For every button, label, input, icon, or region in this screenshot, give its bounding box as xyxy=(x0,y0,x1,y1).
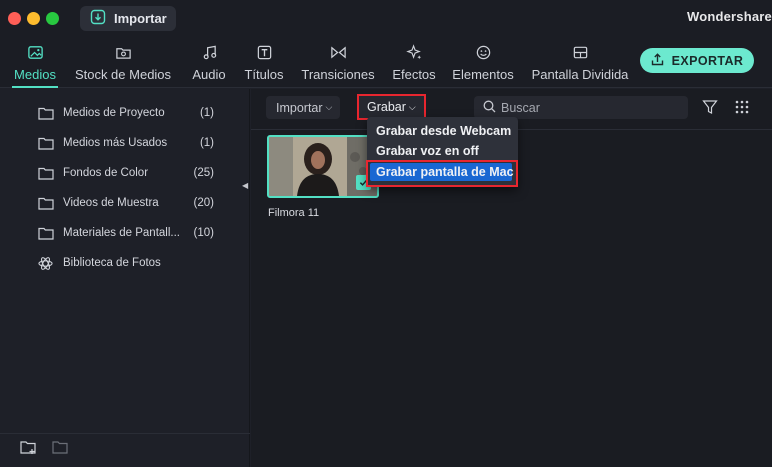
export-button[interactable]: EXPORTAR xyxy=(640,48,754,73)
search-input[interactable]: Buscar xyxy=(474,96,688,119)
filmora-window: Importar Wondershare Medios Stock de Med… xyxy=(0,0,772,467)
search-placeholder: Buscar xyxy=(501,100,540,115)
smiley-icon xyxy=(474,43,492,61)
tab-audio[interactable]: Audio xyxy=(190,38,228,88)
grid-dots-icon xyxy=(734,100,750,119)
export-button-label: EXPORTAR xyxy=(671,53,744,68)
folder-outline-icon xyxy=(52,441,69,459)
tab-transiciones[interactable]: Transiciones xyxy=(300,38,376,88)
import-button-label: Importar xyxy=(114,11,167,26)
import-dropdown-label: Importar xyxy=(276,100,323,115)
tab-titulos[interactable]: Títulos xyxy=(242,38,286,88)
tab-efectos[interactable]: Efectos xyxy=(390,38,438,88)
highlight-box xyxy=(366,160,518,187)
grid-view-button[interactable] xyxy=(734,99,750,115)
tab-pantalla-dividida[interactable]: Pantalla Dividida xyxy=(529,38,631,88)
category-tabs: Medios Stock de Medios Audio Títulos Tra… xyxy=(0,38,772,88)
title-bar: Importar Wondershare xyxy=(0,0,772,38)
import-button[interactable]: Importar xyxy=(80,6,176,31)
sidebar-item-count: (25) xyxy=(193,167,214,179)
chevron-down-icon: ⌵ xyxy=(408,101,416,112)
media-image-icon xyxy=(26,43,44,61)
sidebar-item-count: (1) xyxy=(199,107,214,119)
tab-label: Efectos xyxy=(392,67,436,82)
sidebar-item-medios-mas-usados[interactable]: Medios más Usados (1) xyxy=(38,133,218,153)
tab-label: Pantalla Dividida xyxy=(531,67,629,82)
sidebar-item-label: Biblioteca de Fotos xyxy=(63,257,161,269)
sidebar-item-label: Medios más Usados xyxy=(63,137,168,149)
sidebar-item-materiales-de-pantalla[interactable]: Materiales de Pantall... (10) xyxy=(38,223,218,243)
atom-icon xyxy=(38,256,54,270)
title-text-icon xyxy=(255,43,273,61)
filter-button[interactable] xyxy=(702,99,718,115)
tab-label: Medios xyxy=(14,67,56,82)
tab-elementos[interactable]: Elementos xyxy=(451,38,515,88)
menu-item-record-voiceover[interactable]: Grabar voz en off xyxy=(376,142,479,160)
sidebar-item-videos-de-muestra[interactable]: Videos de Muestra (20) xyxy=(38,193,218,213)
music-note-icon xyxy=(200,43,218,61)
filter-funnel-icon xyxy=(702,100,718,119)
folder-icon xyxy=(38,166,54,180)
import-dropdown[interactable]: Importar ⌵ xyxy=(266,96,340,119)
minimize-window-button[interactable] xyxy=(27,12,40,25)
sidebar-item-label: Materiales de Pantall... xyxy=(63,227,180,239)
chevron-down-icon: ⌵ xyxy=(325,102,333,112)
tab-medios[interactable]: Medios xyxy=(12,38,58,88)
sidebar-item-count: (20) xyxy=(193,197,214,209)
record-dropdown-label: Grabar xyxy=(367,100,406,114)
media-name: Filmora 11 xyxy=(268,207,320,219)
menu-item-record-webcam[interactable]: Grabar desde Webcam xyxy=(376,122,511,140)
folder-icon xyxy=(38,226,54,240)
tab-label: Elementos xyxy=(452,67,514,82)
transition-icon xyxy=(329,43,347,61)
tab-label: Transiciones xyxy=(301,67,375,82)
close-window-button[interactable] xyxy=(8,12,21,25)
tab-label: Títulos xyxy=(244,67,284,82)
sidebar-item-label: Fondos de Color xyxy=(63,167,149,179)
tab-label: Stock de Medios xyxy=(74,67,172,82)
folder-icon xyxy=(38,106,54,120)
zoom-window-button[interactable] xyxy=(46,12,59,25)
new-folder-icon xyxy=(20,441,37,459)
sidebar-divider xyxy=(0,433,250,434)
sparkle-icon xyxy=(405,43,423,61)
sidebar-item-fondos-de-color[interactable]: Fondos de Color (25) xyxy=(38,163,218,183)
sidebar-item-label: Medios de Proyecto xyxy=(63,107,165,119)
brand-logo-text: Wondershare xyxy=(686,9,772,24)
sidebar-item-medios-de-proyecto[interactable]: Medios de Proyecto (1) xyxy=(38,103,218,123)
sidebar-item-biblioteca-de-fotos[interactable]: Biblioteca de Fotos xyxy=(38,253,218,273)
folder-button[interactable] xyxy=(52,440,70,456)
tab-stock-de-medios[interactable]: Stock de Medios xyxy=(72,38,174,88)
sidebar-item-label: Videos de Muestra xyxy=(63,197,159,209)
collapse-sidebar-arrow-icon[interactable]: ◀ xyxy=(242,181,250,191)
folder-icon xyxy=(38,196,54,210)
sidebar-item-count: (10) xyxy=(193,227,214,239)
folder-stock-icon xyxy=(114,43,132,61)
upload-icon xyxy=(651,52,664,69)
split-screen-icon xyxy=(571,43,589,61)
search-icon xyxy=(483,100,496,116)
tab-label: Audio xyxy=(192,67,226,82)
sidebar-item-count: (1) xyxy=(199,137,214,149)
import-download-icon xyxy=(90,9,106,28)
new-folder-button[interactable] xyxy=(20,440,38,456)
folder-icon xyxy=(38,136,54,150)
